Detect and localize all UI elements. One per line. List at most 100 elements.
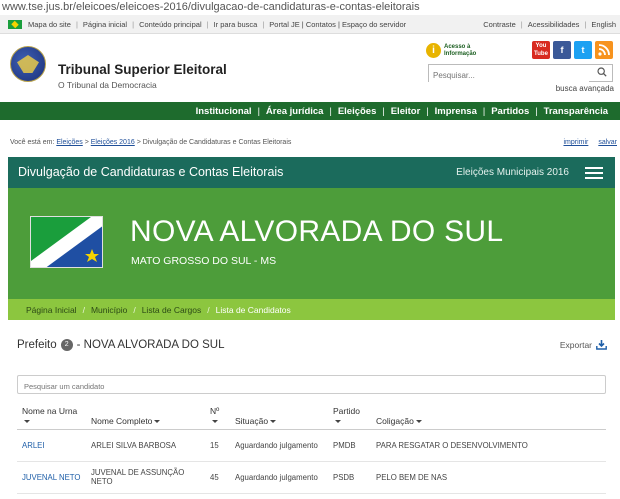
cell-nome-urna[interactable]: ARLEI (17, 429, 86, 462)
exportar-label: Exportar (559, 340, 592, 350)
subnav-municipio[interactable]: Município (91, 305, 127, 315)
twitter-icon[interactable]: t (574, 41, 592, 59)
subnav-separator: / (207, 304, 210, 315)
cell-nome-urna[interactable]: JUVENAL NETO (17, 461, 86, 494)
link-portal-je[interactable]: Portal JE | Contatos | Espaço do servido… (269, 20, 406, 29)
nav-institucional[interactable]: Institucional (190, 106, 258, 117)
site-search-input[interactable] (429, 67, 589, 84)
cell-coligacao: PARA RESGATAR O DESENVOLVIMENTO (371, 429, 606, 462)
rss-icon[interactable] (595, 41, 613, 59)
link-mapa-do-site[interactable]: Mapa do site (28, 20, 71, 29)
search-icon[interactable] (597, 67, 607, 77)
separator: | (132, 20, 135, 29)
separator: | (206, 20, 209, 29)
col-numero[interactable]: Nº (205, 397, 230, 430)
separator: | (75, 20, 78, 29)
nav-transparencia[interactable]: Transparência (538, 106, 614, 117)
site-header: Tribunal Superior Eleitoral O Tribunal d… (0, 35, 620, 101)
cell-numero: 15 (205, 429, 230, 462)
imprimir-link[interactable]: imprimir (563, 139, 588, 146)
section-title-bar: Divulgação de Candidaturas e Contas Elei… (8, 157, 615, 188)
hamburger-menu-icon[interactable] (585, 167, 603, 179)
salvar-link[interactable]: salvar (598, 139, 617, 146)
site-subtitle: O Tribunal da Democracia (58, 80, 157, 90)
subnav-separator: / (82, 304, 85, 315)
sort-caret-icon (24, 419, 30, 423)
subnav-pagina-inicial[interactable]: Página Inicial (26, 305, 77, 315)
link-contraste[interactable]: Contraste (483, 20, 516, 29)
rss-glyph (598, 44, 610, 56)
sub-breadcrumb: Página Inicial / Município / Lista de Ca… (8, 299, 615, 320)
ms-state-flag-icon (30, 216, 103, 268)
col-coligacao[interactable]: Coligação (371, 397, 606, 430)
cargo-name: Prefeito (17, 339, 57, 351)
subnav-lista-candidatos: Lista de Candidatos (215, 304, 291, 315)
gov-bar: Mapa do site | Página inicial | Conteúdo… (0, 15, 620, 34)
link-acessibilidades[interactable]: Acessibilidades (528, 20, 580, 29)
col-partido[interactable]: Partido (328, 397, 371, 430)
candidate-search (17, 375, 606, 395)
link-ir-para-busca[interactable]: Ir para busca (214, 20, 258, 29)
nav-eleicoes[interactable]: Eleições (332, 106, 383, 117)
separator: | (584, 20, 587, 29)
candidate-search-input[interactable] (18, 378, 605, 395)
candidate-link[interactable]: JUVENAL NETO (22, 473, 81, 482)
table-row: JUVENAL NETO JUVENAL DE ASSUNÇÃO NETO 45… (17, 461, 606, 494)
nav-imprensa[interactable]: Imprensa (429, 106, 483, 117)
download-icon (596, 340, 607, 350)
sort-caret-icon (270, 419, 277, 423)
cell-coligacao: PELO BEM DE NAS (371, 461, 606, 494)
brazil-flag-icon (8, 20, 22, 29)
sort-caret-icon (212, 419, 218, 423)
link-english[interactable]: English (591, 20, 616, 29)
sort-caret-icon (335, 419, 341, 423)
facebook-icon[interactable]: f (553, 41, 571, 59)
main-nav: Institucional | Área jurídica | Eleições… (0, 102, 620, 120)
gov-bar-right: Contraste | Acessibilidades | English (483, 15, 616, 34)
acesso-informacao-link[interactable]: i Acesso à Informação (426, 43, 484, 58)
col-situacao[interactable]: Situação (230, 397, 328, 430)
url-bar[interactable]: www.tse.jus.br/eleicoes/eleicoes-2016/di… (0, 0, 620, 15)
breadcrumb-current: Divulgação de Candidaturas e Contas Elei… (142, 139, 292, 146)
col-nome-urna[interactable]: Nome na Urna (17, 397, 86, 430)
acesso-informacao-label: Acesso à Informação (444, 43, 477, 57)
exportar-button[interactable]: Exportar (560, 340, 607, 350)
subnav-separator: / (133, 304, 136, 315)
state-name: MATO GROSSO DO SUL - MS (131, 255, 277, 267)
breadcrumb-eleicoes-2016[interactable]: Eleições 2016 (91, 139, 135, 146)
page-tools: imprimir salvar (555, 139, 617, 146)
col-nome-completo[interactable]: Nome Completo (86, 397, 205, 430)
separator: | (262, 20, 265, 29)
sort-caret-icon (415, 419, 422, 423)
section-title: Divulgação de Candidaturas e Contas Elei… (18, 165, 284, 179)
youtube-icon[interactable]: You Tube (532, 41, 550, 59)
cell-partido: PMDB (328, 429, 371, 462)
cell-situacao: Aguardando julgamento (230, 429, 328, 462)
cell-situacao: Aguardando julgamento (230, 461, 328, 494)
breadcrumb: Você está em: Eleições > Eleições 2016 >… (10, 139, 292, 146)
site-title[interactable]: Tribunal Superior Eleitoral (58, 62, 227, 77)
link-pagina-inicial[interactable]: Página inicial (83, 20, 127, 29)
nav-eleitor[interactable]: Eleitor (385, 106, 427, 117)
link-conteudo-principal[interactable]: Conteúdo principal (139, 20, 202, 29)
site-search (428, 64, 613, 84)
separator: | (520, 20, 523, 29)
cargo-heading: Prefeito 2 - NOVA ALVORADA DO SUL (17, 339, 224, 351)
cell-nome-completo: ARLEI SILVA BARBOSA (86, 429, 205, 462)
tse-logo-icon[interactable] (10, 46, 46, 82)
breadcrumb-eleicoes[interactable]: Eleições (56, 139, 82, 146)
cell-numero: 45 (205, 461, 230, 494)
municipio-banner: NOVA ALVORADA DO SUL MATO GROSSO DO SUL … (8, 188, 615, 299)
busca-avancada-link[interactable]: busca avançada (556, 84, 614, 93)
election-label: Eleições Municipais 2016 (456, 167, 569, 178)
cell-partido: PSDB (328, 461, 371, 494)
breadcrumb-prefix: Você está em: (10, 139, 55, 146)
info-icon: i (426, 43, 441, 58)
nav-partidos[interactable]: Partidos (485, 106, 535, 117)
nav-area-juridica[interactable]: Área jurídica (260, 106, 330, 117)
subnav-lista-cargos[interactable]: Lista de Cargos (142, 305, 202, 315)
count-badge: 2 (60, 339, 73, 351)
candidate-link[interactable]: ARLEI (22, 441, 45, 450)
sort-caret-icon (154, 419, 161, 423)
municipio-name: NOVA ALVORADA DO SUL (130, 215, 504, 248)
